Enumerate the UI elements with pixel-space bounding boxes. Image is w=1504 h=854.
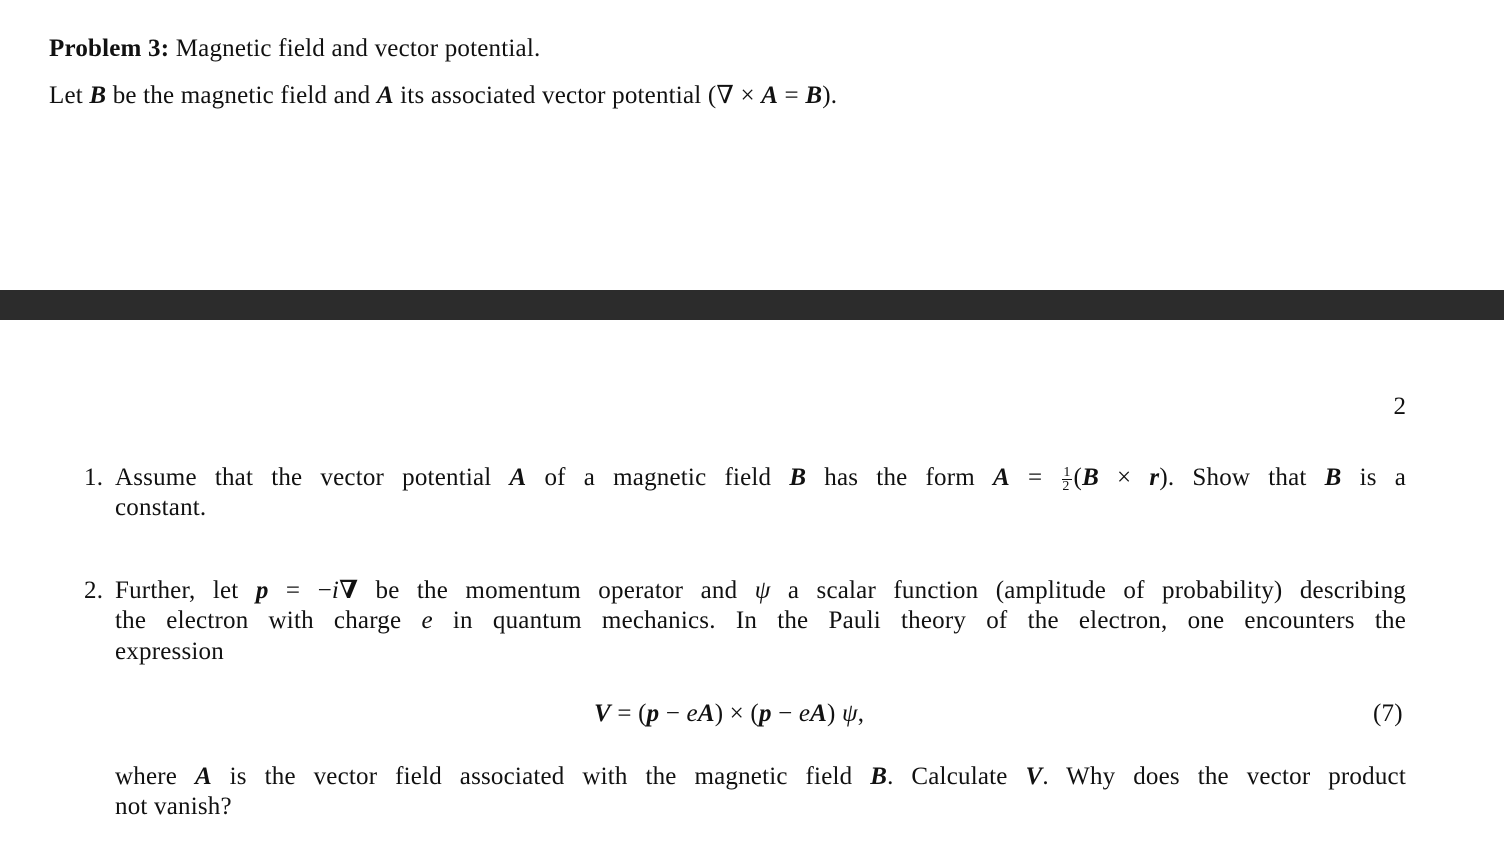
math-A: A xyxy=(993,464,1010,491)
math-V: V xyxy=(594,700,611,727)
text: Assume that the vector potential xyxy=(115,464,510,491)
text: = ( xyxy=(610,700,647,727)
text: the electron with charge xyxy=(115,607,422,634)
text: ( xyxy=(1073,464,1083,491)
text: = xyxy=(1009,464,1061,491)
text: of a magnetic field xyxy=(526,464,790,491)
math-psi: ψ xyxy=(842,700,858,727)
text: in quantum mechanics. In the Pauli theor… xyxy=(432,607,1407,634)
text: . Why does the vector product xyxy=(1042,763,1406,790)
equation-7: V = (p − eA) × (p − eA) ψ, xyxy=(594,699,864,729)
math-p: p xyxy=(255,577,269,604)
item-2-number: 2. xyxy=(84,577,104,604)
problem-title: Magnetic field and vector potential. xyxy=(175,35,541,62)
text: = xyxy=(778,82,806,109)
item-1-line-2: constant. xyxy=(115,494,207,521)
item-2-line-1: Further, let p = −i∇ be the momentum ope… xyxy=(115,576,1406,606)
text: be the momentum operator and xyxy=(358,577,755,604)
text: , xyxy=(857,700,865,727)
text: − xyxy=(659,700,687,727)
math-A: A xyxy=(376,82,394,109)
text: = − xyxy=(268,577,332,604)
math-A: A xyxy=(509,464,527,491)
problem-label: Problem 3: xyxy=(49,35,170,62)
text: where xyxy=(115,763,195,790)
item-1-number: 1. xyxy=(84,464,104,491)
math-p: p xyxy=(646,700,660,727)
math-i: i xyxy=(331,577,340,604)
text: ) xyxy=(827,700,842,727)
text: ). Show that xyxy=(1159,464,1325,491)
math-A: A xyxy=(761,82,779,109)
math-B: B xyxy=(1082,464,1099,491)
math-psi: ψ xyxy=(754,577,771,604)
math-p: p xyxy=(758,700,772,727)
fraction-numerator: 1 xyxy=(1062,464,1072,480)
math-e: e xyxy=(421,607,433,634)
math-e: e xyxy=(686,700,698,727)
page-number: 2 xyxy=(1393,393,1407,420)
text: is a xyxy=(1341,464,1407,491)
math-e: e xyxy=(798,700,811,727)
text: . Calculate xyxy=(887,763,1026,790)
item-2-line-4: where A is the vector field associated w… xyxy=(115,762,1406,792)
math-B: B xyxy=(1324,464,1342,491)
math-r: r xyxy=(1149,464,1160,491)
text: a scalar function (amplitude of probabil… xyxy=(770,577,1406,604)
math-V: V xyxy=(1025,763,1043,790)
text: ). xyxy=(822,82,838,109)
item-1-line-1: Assume that the vector potential A of a … xyxy=(115,463,1406,493)
page-separator xyxy=(0,290,1504,320)
item-2-line-2: the electron with charge e in quantum me… xyxy=(115,606,1406,636)
text: Further, let xyxy=(115,577,256,604)
text: its associated vector potential (∇ × xyxy=(393,82,762,109)
math-A: A xyxy=(697,700,715,727)
math-B: B xyxy=(870,763,888,790)
math-nabla: ∇ xyxy=(339,577,359,604)
text: is the vector field associated with the … xyxy=(211,763,871,790)
fraction-denominator: 2 xyxy=(1062,478,1070,494)
math-B: B xyxy=(789,464,807,491)
text: be the magnetic field and xyxy=(106,82,377,109)
item-2-line-5: not vanish? xyxy=(115,793,232,820)
fraction-one-half: 12 xyxy=(1062,464,1072,494)
text: Let xyxy=(49,82,90,109)
text: − xyxy=(771,700,799,727)
equation-number: (7) xyxy=(1373,700,1403,727)
page-1: Problem 3: Magnetic field and vector pot… xyxy=(0,0,1504,290)
text: has the form xyxy=(806,464,993,491)
problem-heading: Problem 3: Magnetic field and vector pot… xyxy=(49,34,540,64)
math-B: B xyxy=(805,82,823,109)
text: × xyxy=(1098,464,1150,491)
item-2-line-3: expression xyxy=(115,638,224,665)
math-B: B xyxy=(89,82,107,109)
math-A: A xyxy=(810,700,828,727)
math-A: A xyxy=(194,763,212,790)
intro-paragraph: Let B be the magnetic field and A its as… xyxy=(49,81,837,111)
text: ) × ( xyxy=(714,700,759,727)
